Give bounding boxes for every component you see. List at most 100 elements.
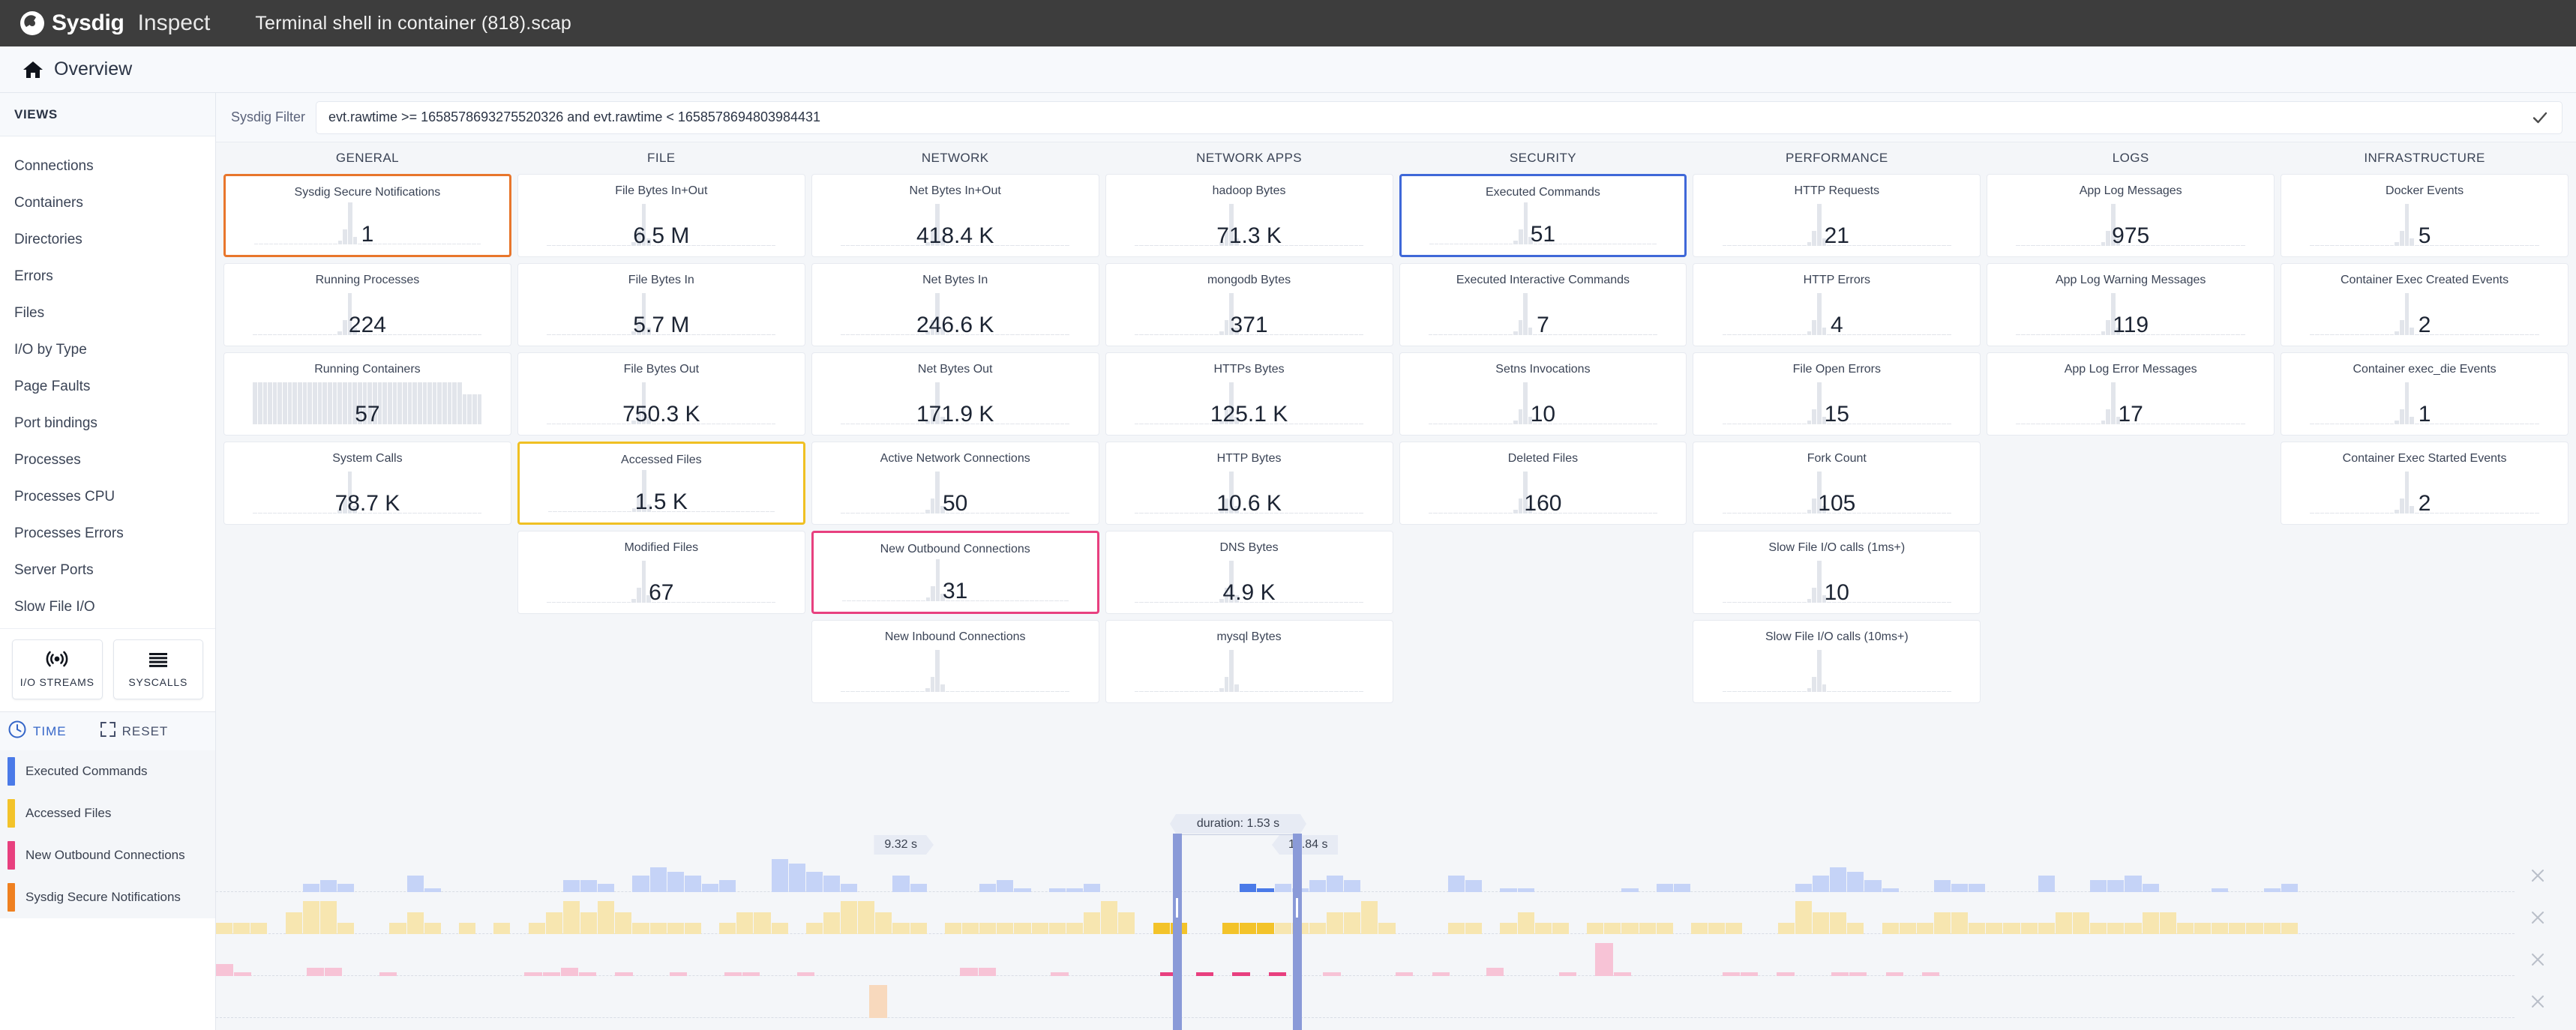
column-header-infrastructure: INFRASTRUCTURE <box>2364 151 2485 165</box>
column-header-network-apps: NETWORK APPS <box>1196 151 1302 165</box>
metric-tile[interactable]: Active Network Connections 50 <box>811 442 1099 525</box>
metric-tile[interactable]: File Open Errors 15 <box>1693 352 1981 436</box>
sidebar-item-port-bindings[interactable]: Port bindings <box>0 405 215 442</box>
legend-item[interactable]: Executed Commands <box>0 750 215 792</box>
metric-tile[interactable]: DNS Bytes 4.9 K <box>1105 531 1393 614</box>
close-icon[interactable] <box>2530 951 2546 968</box>
sidebar-item-processes-errors[interactable]: Processes Errors <box>0 515 215 552</box>
expand-arrows-icon[interactable] <box>100 721 116 741</box>
timeline-bars <box>216 939 2576 981</box>
metric-tile[interactable]: New Inbound Connections <box>811 620 1099 703</box>
syscalls-button[interactable]: SYSCALLS <box>112 639 203 699</box>
sidebar-item-server-ports[interactable]: Server Ports <box>0 552 215 588</box>
filter-input[interactable]: evt.rawtime >= 1658578693275520326 and e… <box>316 100 2563 134</box>
sidebar-item-page-faults[interactable]: Page Faults <box>0 368 215 405</box>
metric-tile[interactable]: HTTP Errors 4 <box>1693 263 1981 346</box>
timeline-bars <box>216 897 2576 939</box>
sidebar-item-errors[interactable]: Errors <box>0 258 215 295</box>
metric-tile-title: Slow File I/O calls (10ms+) <box>1765 630 1909 643</box>
metric-tile[interactable]: Running Processes 224 <box>223 263 511 346</box>
metric-tile[interactable]: Modified Files 67 <box>517 531 805 614</box>
legend-item[interactable]: Accessed Files <box>0 792 215 834</box>
column-header-file: FILE <box>647 151 676 165</box>
close-icon[interactable] <box>2530 909 2546 926</box>
timeline-row[interactable] <box>216 855 2576 897</box>
metric-tile[interactable]: Net Bytes Out 171.9 K <box>811 352 1099 436</box>
metric-tile[interactable]: Net Bytes In 246.6 K <box>811 263 1099 346</box>
metric-tile-sparkline <box>547 466 775 512</box>
metric-tile[interactable]: Net Bytes In+Out 418.4 K <box>811 174 1099 257</box>
metric-tile-sparkline <box>547 378 776 424</box>
sidebar-item-slow-file-i-o[interactable]: Slow File I/O <box>0 588 215 625</box>
metric-tile-sparkline <box>2310 289 2539 335</box>
sidebar-item-i-o-by-type[interactable]: I/O by Type <box>0 331 215 368</box>
metric-tile-title: File Bytes Out <box>623 363 700 376</box>
metric-tile[interactable]: App Log Error Messages 17 <box>1987 352 2275 436</box>
metric-tile[interactable]: Deleted Files 160 <box>1399 442 1687 525</box>
metric-tile[interactable]: System Calls 78.7 K <box>223 442 511 525</box>
metric-tile[interactable]: Container Exec Started Events 2 <box>2281 442 2569 525</box>
filter-label: Sysdig Filter <box>231 109 306 124</box>
sidebar-item-processes-cpu[interactable]: Processes CPU <box>0 478 215 515</box>
metric-tile[interactable]: mongodb Bytes 371 <box>1105 263 1393 346</box>
legend-label: Executed Commands <box>25 764 148 778</box>
column-header-network: NETWORK <box>921 151 989 165</box>
metric-tile[interactable]: Fork Count 105 <box>1693 442 1981 525</box>
reset-button[interactable]: RESET <box>122 724 169 739</box>
timeline-row[interactable] <box>216 939 2576 981</box>
metric-tile[interactable]: mysql Bytes <box>1105 620 1393 703</box>
metric-tile-title: File Open Errors <box>1792 363 1881 376</box>
metric-tile[interactable]: HTTP Bytes 10.6 K <box>1105 442 1393 525</box>
metric-tile[interactable]: Container exec_die Events 1 <box>2281 352 2569 436</box>
metric-tile[interactable]: HTTPs Bytes 125.1 K <box>1105 352 1393 436</box>
metric-tile[interactable]: Executed Commands 51 <box>1399 174 1687 257</box>
tile-placeholder <box>1987 442 2275 525</box>
sidebar-item-connections[interactable]: Connections <box>0 148 215 184</box>
sidebar-item-processes[interactable]: Processes <box>0 442 215 478</box>
metric-tile-sparkline <box>1722 645 1952 692</box>
metric-tile[interactable]: App Log Messages 975 <box>1987 174 2275 257</box>
column-header-performance: PERFORMANCE <box>1785 151 1888 165</box>
metric-tile[interactable]: hadoop Bytes 71.3 K <box>1105 174 1393 257</box>
metric-tile-sparkline <box>1428 289 1658 335</box>
metric-tile-sparkline <box>1134 467 1364 514</box>
io-streams-button[interactable]: I/O STREAMS <box>12 639 103 699</box>
checkmark-icon[interactable] <box>2530 108 2550 127</box>
metric-tile-sparkline <box>1134 289 1364 335</box>
metric-tile[interactable]: Setns Invocations 10 <box>1399 352 1687 436</box>
metric-tile[interactable]: Accessed Files 1.5 K <box>517 442 805 525</box>
timeline-row[interactable] <box>216 897 2576 939</box>
metric-tile[interactable]: HTTP Requests 21 <box>1693 174 1981 257</box>
metric-tile[interactable]: File Bytes In+Out 6.5 M <box>517 174 805 257</box>
selection-start-label: 9.32 s <box>874 835 934 855</box>
metric-tile[interactable]: Sysdig Secure Notifications 1 <box>223 174 511 257</box>
column-header-logs: LOGS <box>2112 151 2149 165</box>
filter-value[interactable]: evt.rawtime >= 1658578693275520326 and e… <box>328 109 2530 125</box>
timeline-row[interactable] <box>216 981 2576 1023</box>
sidebar-item-files[interactable]: Files <box>0 295 215 331</box>
metric-tile-title: Executed Interactive Commands <box>1456 274 1630 286</box>
metric-tile-sparkline <box>1134 556 1364 603</box>
sidebar-item-directories[interactable]: Directories <box>0 221 215 258</box>
metric-tile[interactable]: Container Exec Created Events 2 <box>2281 263 2569 346</box>
metric-tile[interactable]: App Log Warning Messages 119 <box>1987 263 2275 346</box>
filter-bar: Sysdig Filter evt.rawtime >= 16585786932… <box>216 93 2576 142</box>
metric-tile[interactable]: File Bytes In 5.7 M <box>517 263 805 346</box>
duration-row: duration: 1.53 s <box>216 814 2576 835</box>
syscalls-label: SYSCALLS <box>128 676 188 688</box>
metric-tile[interactable]: File Bytes Out 750.3 K <box>517 352 805 436</box>
close-icon[interactable] <box>2530 867 2546 884</box>
timeline-panel: duration: 1.53 s 9.32 s 10.84 s <box>216 814 2576 1030</box>
sidebar-item-containers[interactable]: Containers <box>0 184 215 221</box>
metric-tile[interactable]: Executed Interactive Commands 7 <box>1399 263 1687 346</box>
metric-tile[interactable]: Slow File I/O calls (10ms+) <box>1693 620 1981 703</box>
metric-tile[interactable]: Slow File I/O calls (1ms+) 10 <box>1693 531 1981 614</box>
home-icon[interactable] <box>22 59 43 80</box>
legend-item[interactable]: New Outbound Connections <box>0 834 215 876</box>
legend-color-swatch <box>7 757 15 786</box>
close-icon[interactable] <box>2530 993 2546 1010</box>
metric-tile[interactable]: Docker Events 5 <box>2281 174 2569 257</box>
metric-tile[interactable]: Running Containers 57 <box>223 352 511 436</box>
metric-tile[interactable]: New Outbound Connections 31 <box>811 531 1099 614</box>
legend-item[interactable]: Sysdig Secure Notifications <box>0 876 215 918</box>
